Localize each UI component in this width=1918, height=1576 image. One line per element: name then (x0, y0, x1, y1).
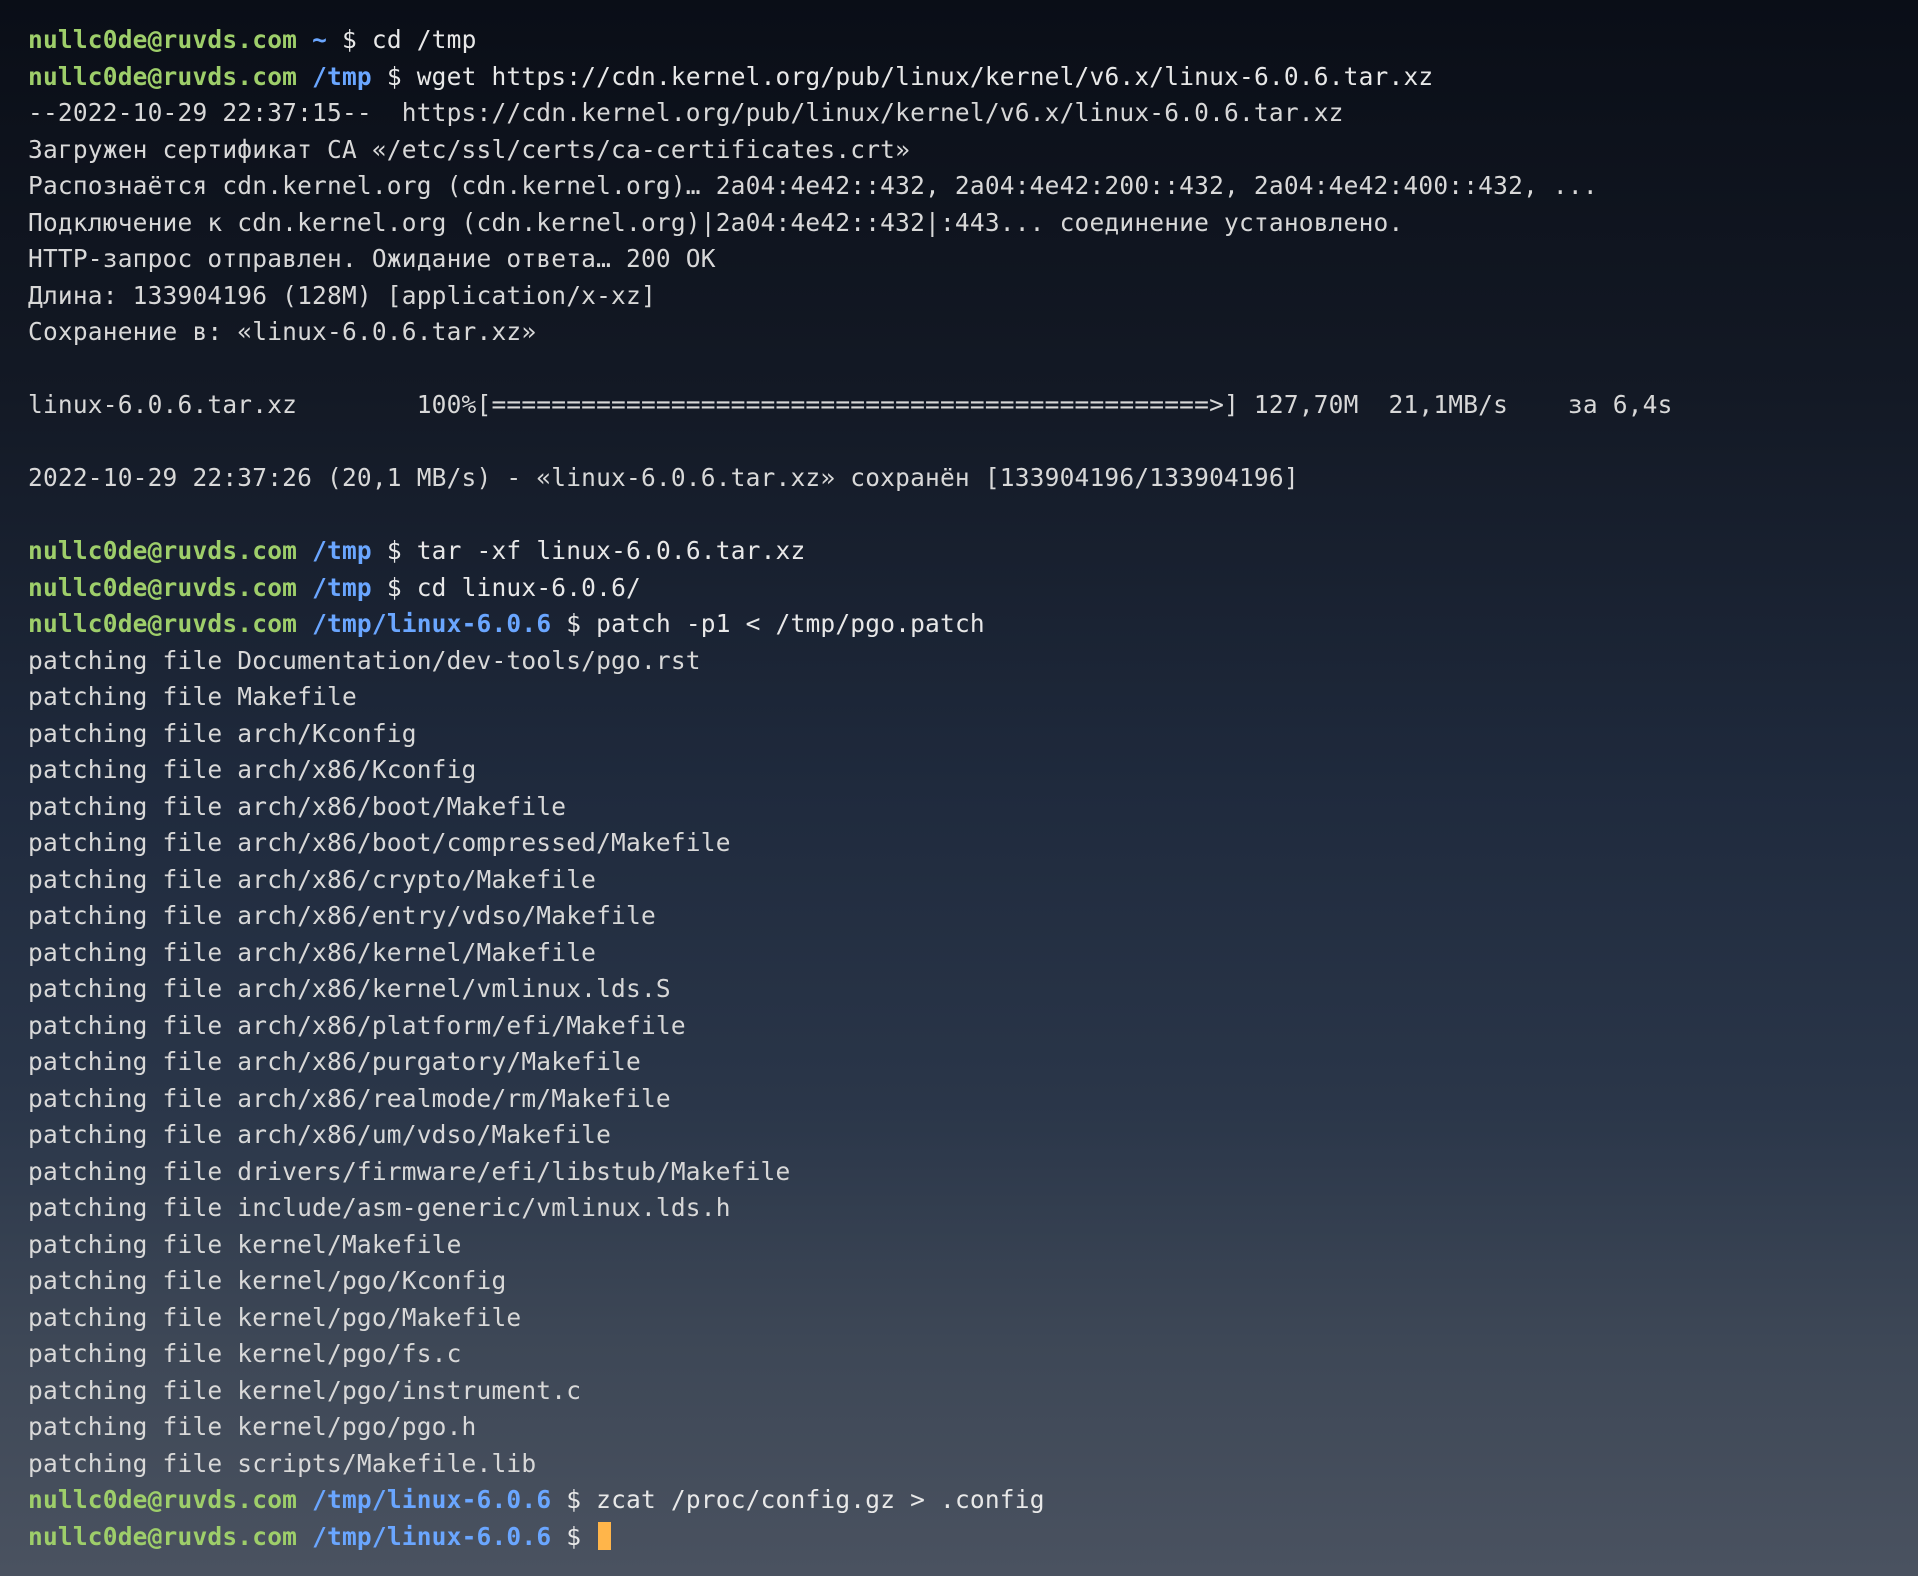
prompt-path: /tmp (312, 573, 372, 602)
prompt-path: /tmp (312, 62, 372, 91)
command-text: wget https://cdn.kernel.org/pub/linux/ke… (417, 62, 1434, 91)
prompt-line: nullc0de@ruvds.com /tmp $ tar -xf linux-… (28, 536, 805, 565)
output-line: patching file drivers/firmware/efi/libst… (28, 1157, 790, 1186)
output-line: patching file arch/Kconfig (28, 719, 417, 748)
prompt-path: /tmp/linux-6.0.6 (312, 609, 551, 638)
prompt-path: /tmp/linux-6.0.6 (312, 1522, 551, 1551)
prompt-line: nullc0de@ruvds.com /tmp/linux-6.0.6 $ pa… (28, 609, 985, 638)
output-line: patching file kernel/pgo/fs.c (28, 1339, 462, 1368)
output-line: patching file arch/x86/boot/Makefile (28, 792, 566, 821)
prompt-path: ~ (312, 25, 327, 54)
prompt-user: nullc0de@ruvds.com (28, 1522, 297, 1551)
prompt-user: nullc0de@ruvds.com (28, 1485, 297, 1514)
command-text: cd linux-6.0.6/ (417, 573, 641, 602)
output-line: patching file arch/x86/purgatory/Makefil… (28, 1047, 641, 1076)
output-line: patching file scripts/Makefile.lib (28, 1449, 536, 1478)
terminal-window[interactable]: nullc0de@ruvds.com ~ $ cd /tmp nullc0de@… (0, 0, 1918, 1576)
prompt-symbol: $ (387, 62, 402, 91)
output-line: Сохранение в: «linux-6.0.6.tar.xz» (28, 317, 536, 346)
output-line: patching file arch/x86/kernel/Makefile (28, 938, 596, 967)
cursor-icon (598, 1522, 611, 1550)
prompt-user: nullc0de@ruvds.com (28, 609, 297, 638)
output-line: patching file arch/x86/kernel/vmlinux.ld… (28, 974, 671, 1003)
prompt-symbol: $ (566, 609, 581, 638)
output-line: patching file kernel/pgo/instrument.c (28, 1376, 581, 1405)
output-line: Длина: 133904196 (128M) [application/x-x… (28, 281, 656, 310)
command-text: zcat /proc/config.gz > .config (596, 1485, 1045, 1514)
prompt-line: nullc0de@ruvds.com ~ $ cd /tmp (28, 25, 477, 54)
output-line: patching file Documentation/dev-tools/pg… (28, 646, 701, 675)
output-line: patching file arch/x86/realmode/rm/Makef… (28, 1084, 671, 1113)
prompt-symbol: $ (387, 536, 402, 565)
prompt-path: /tmp (312, 536, 372, 565)
output-line: patching file kernel/pgo/pgo.h (28, 1412, 477, 1441)
output-line: patching file include/asm-generic/vmlinu… (28, 1193, 731, 1222)
prompt-user: nullc0de@ruvds.com (28, 25, 297, 54)
output-line: linux-6.0.6.tar.xz 100%[================… (28, 390, 1673, 419)
prompt-symbol: $ (566, 1522, 581, 1551)
output-line: patching file arch/x86/platform/efi/Make… (28, 1011, 686, 1040)
output-line: patching file arch/x86/um/vdso/Makefile (28, 1120, 611, 1149)
prompt-path: /tmp/linux-6.0.6 (312, 1485, 551, 1514)
output-line: patching file arch/x86/entry/vdso/Makefi… (28, 901, 656, 930)
output-line: patching file Makefile (28, 682, 357, 711)
output-line: HTTP-запрос отправлен. Ожидание ответа… … (28, 244, 716, 273)
prompt-symbol: $ (387, 573, 402, 602)
prompt-symbol: $ (566, 1485, 581, 1514)
prompt-line: nullc0de@ruvds.com /tmp $ cd linux-6.0.6… (28, 573, 641, 602)
prompt-line: nullc0de@ruvds.com /tmp/linux-6.0.6 $ zc… (28, 1485, 1045, 1514)
prompt-line[interactable]: nullc0de@ruvds.com /tmp/linux-6.0.6 $ (28, 1522, 611, 1551)
output-line: --2022-10-29 22:37:15-- https://cdn.kern… (28, 98, 1344, 127)
prompt-line: nullc0de@ruvds.com /tmp $ wget https://c… (28, 62, 1433, 91)
output-line: patching file kernel/pgo/Makefile (28, 1303, 521, 1332)
output-line: patching file arch/x86/boot/compressed/M… (28, 828, 731, 857)
output-line: patching file kernel/pgo/Kconfig (28, 1266, 506, 1295)
command-text: tar -xf linux-6.0.6.tar.xz (417, 536, 806, 565)
prompt-user: nullc0de@ruvds.com (28, 62, 297, 91)
prompt-user: nullc0de@ruvds.com (28, 573, 297, 602)
output-line: Подключение к cdn.kernel.org (cdn.kernel… (28, 208, 1403, 237)
prompt-user: nullc0de@ruvds.com (28, 536, 297, 565)
command-text: patch -p1 < /tmp/pgo.patch (596, 609, 985, 638)
prompt-symbol: $ (342, 25, 357, 54)
output-line: Загружен сертификат CA «/etc/ssl/certs/c… (28, 135, 910, 164)
output-line: 2022-10-29 22:37:26 (20,1 MB/s) - «linux… (28, 463, 1299, 492)
output-line: Распознаётся cdn.kernel.org (cdn.kernel.… (28, 171, 1598, 200)
output-line: patching file arch/x86/Kconfig (28, 755, 477, 784)
output-line: patching file arch/x86/crypto/Makefile (28, 865, 596, 894)
output-line: patching file kernel/Makefile (28, 1230, 462, 1259)
command-text: cd /tmp (372, 25, 477, 54)
